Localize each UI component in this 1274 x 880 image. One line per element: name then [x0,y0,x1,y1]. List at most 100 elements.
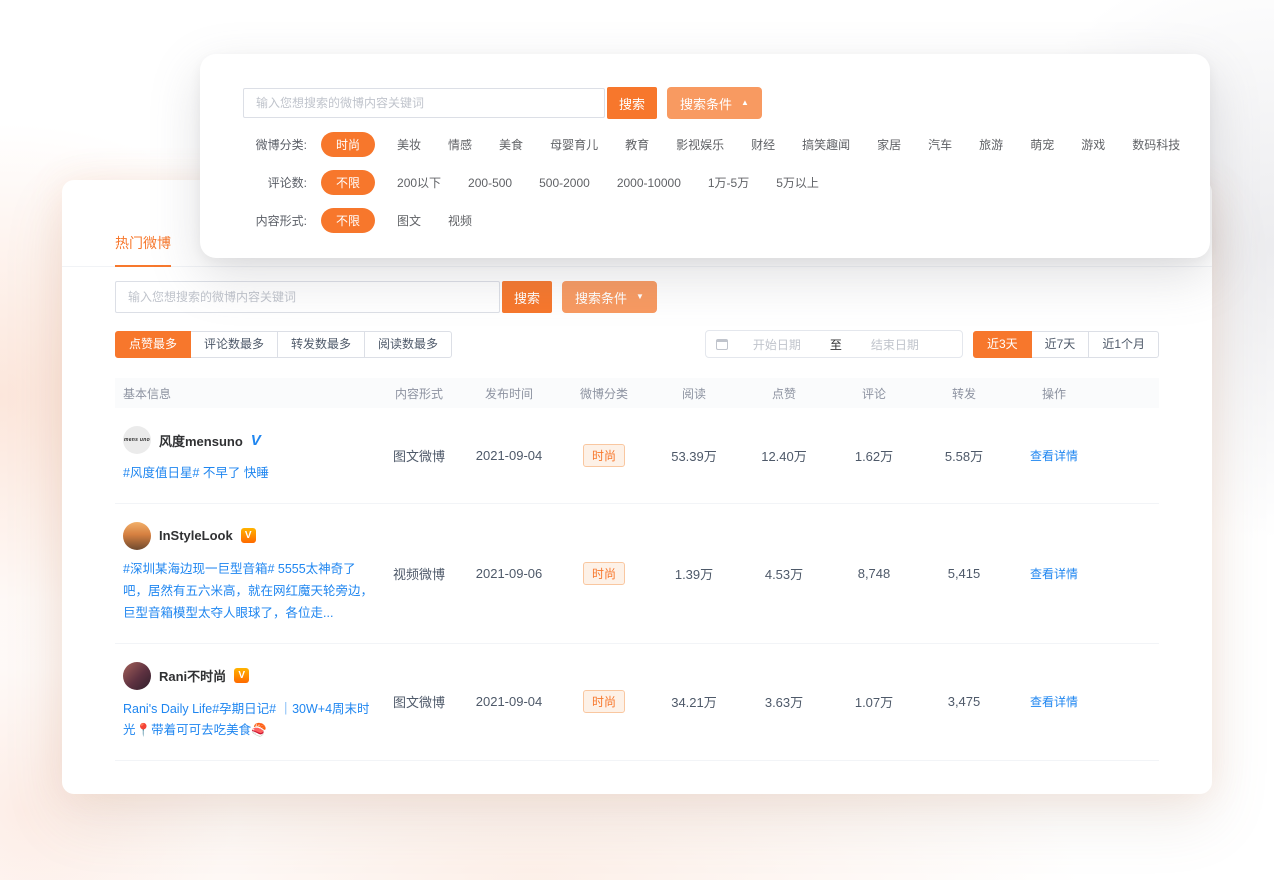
filter-label: 内容形式: [243,212,307,229]
header-reads: 阅读 [649,385,739,402]
search-button[interactable]: 搜索 [502,281,552,313]
view-details-link[interactable]: 查看详情 [1030,695,1078,709]
sort-tab-most-reposts[interactable]: 转发数最多 [277,331,365,358]
table-row: mens uno 风度mensuno V #风度值日星# 不早了 快睡 图文微博… [115,408,1159,504]
filter-option[interactable]: 母婴育儿 [550,136,598,153]
filter-option[interactable]: 500-2000 [539,176,590,190]
start-date-placeholder[interactable]: 开始日期 [734,336,820,353]
user-name[interactable]: Rani不时尚 [159,666,226,685]
avatar[interactable] [123,522,151,550]
filter-option[interactable]: 搞笑趣闻 [802,136,850,153]
sort-tab-most-comments[interactable]: 评论数最多 [190,331,278,358]
date-filter-area: 开始日期 至 结束日期 近3天 近7天 近1个月 [705,330,1159,358]
sort-tab-most-likes[interactable]: 点赞最多 [115,331,191,358]
user-line: InStyleLook V [123,522,379,550]
sort-tab-most-reads[interactable]: 阅读数最多 [364,331,452,358]
weibo-table: 基本信息 内容形式 发布时间 微博分类 阅读 点赞 评论 转发 操作 mens … [115,378,1159,761]
weibo-content-link[interactable]: Rani's Daily Life#孕期日记# ｜30W+4周末时光📍带着可可去… [123,699,379,743]
filter-option[interactable]: 旅游 [979,136,1003,153]
search-button[interactable]: 搜索 [607,87,657,119]
quick-range-7days[interactable]: 近7天 [1031,331,1090,358]
filter-option[interactable]: 1万-5万 [708,174,749,191]
category-tag: 时尚 [583,690,625,713]
likes-cell: 12.40万 [739,446,829,465]
weibo-content-link[interactable]: #深圳某海边现一巨型音箱# 5555太神奇了吧，居然有五六米高，就在网红魔天轮旁… [123,559,379,625]
user-line: Rani不时尚 V [123,662,379,690]
filter-option[interactable]: 200以下 [397,174,441,191]
user-name[interactable]: 风度mensuno [159,431,243,450]
filter-option[interactable]: 美妆 [397,136,421,153]
user-line: mens uno 风度mensuno V [123,426,379,454]
filter-option[interactable]: 情感 [448,136,472,153]
header-category: 微博分类 [559,385,649,402]
reads-cell: 34.21万 [649,692,739,711]
list-controls-row: 点赞最多 评论数最多 转发数最多 阅读数最多 开始日期 至 结束日期 近3天 近… [115,330,1159,358]
basic-info-cell: InStyleLook V #深圳某海边现一巨型音箱# 5555太神奇了吧，居然… [123,522,379,625]
filter-option[interactable]: 美食 [499,136,523,153]
filter-option[interactable]: 萌宠 [1030,136,1054,153]
action-cell: 查看详情 [1009,565,1099,582]
filter-options: 时尚 美妆 情感 美食 母婴育儿 教育 影视娱乐 财经 搞笑趣闻 家居 汽车 旅… [321,132,1207,157]
comments-cell: 1.07万 [829,692,919,711]
search-input[interactable] [115,281,500,313]
category-tag: 时尚 [583,444,625,467]
end-date-placeholder[interactable]: 结束日期 [852,336,938,353]
header-likes: 点赞 [739,385,829,402]
table-row: Rani不时尚 V Rani's Daily Life#孕期日记# ｜30W+4… [115,644,1159,762]
filter-option[interactable]: 影视娱乐 [676,136,724,153]
avatar[interactable] [123,662,151,690]
header-basic-info: 基本信息 [123,385,379,402]
search-input[interactable] [243,88,605,118]
search-conditions-label: 搜索条件 [575,288,627,307]
hot-weibo-panel: 热门微博 搜索 搜索条件 ▼ 点赞最多 评论数最多 转发数最多 阅读数最多 开始… [62,180,1212,794]
header-publish-time: 发布时间 [459,385,559,402]
header-reposts: 转发 [919,385,1009,402]
filter-option[interactable]: 数码科技 [1132,136,1180,153]
filter-option[interactable]: 视频 [448,212,472,229]
filter-option-selected[interactable]: 时尚 [321,132,375,157]
view-details-link[interactable]: 查看详情 [1030,449,1078,463]
search-filter-card: 搜索 搜索条件 ▲ 微博分类: 时尚 美妆 情感 美食 母婴育儿 教育 影视娱乐… [200,54,1210,258]
date-range-input[interactable]: 开始日期 至 结束日期 [705,330,963,358]
filter-option[interactable]: 5万以上 [776,174,819,191]
table-row: InStyleLook V #深圳某海边现一巨型音箱# 5555太神奇了吧，居然… [115,504,1159,644]
publish-date-cell: 2021-09-04 [459,448,559,463]
comments-cell: 1.62万 [829,446,919,465]
quick-range-3days[interactable]: 近3天 [973,331,1032,358]
avatar-logo-text: mens uno [124,437,150,443]
basic-info-cell: mens uno 风度mensuno V #风度值日星# 不早了 快睡 [123,426,379,485]
publish-date-cell: 2021-09-04 [459,694,559,709]
content-form-cell: 图文微博 [379,692,459,711]
reads-cell: 53.39万 [649,446,739,465]
header-content-form: 内容形式 [379,385,459,402]
avatar[interactable]: mens uno [123,426,151,454]
filter-row-category: 微博分类: 时尚 美妆 情感 美食 母婴育儿 教育 影视娱乐 财经 搞笑趣闻 家… [243,132,1167,157]
search-conditions-button[interactable]: 搜索条件 ▼ [562,281,657,313]
content-form-cell: 图文微博 [379,446,459,465]
filter-option[interactable]: 图文 [397,212,421,229]
header-comments: 评论 [829,385,919,402]
tab-hot-weibo[interactable]: 热门微博 [115,233,171,267]
filter-label: 微博分类: [243,136,307,153]
quick-range-1month[interactable]: 近1个月 [1088,331,1159,358]
filter-option[interactable]: 2000-10000 [617,176,681,190]
filter-option[interactable]: 教育 [625,136,649,153]
view-details-link[interactable]: 查看详情 [1030,567,1078,581]
filter-option-selected[interactable]: 不限 [321,170,375,195]
sort-tabs: 点赞最多 评论数最多 转发数最多 阅读数最多 [115,331,452,358]
filter-row-content-form: 内容形式: 不限 图文 视频 [243,208,1167,233]
filter-option[interactable]: 200-500 [468,176,512,190]
filter-option[interactable]: 游戏 [1081,136,1105,153]
filter-option[interactable]: 汽车 [928,136,952,153]
search-conditions-button[interactable]: 搜索条件 ▲ [667,87,762,119]
filter-row-comment-count: 评论数: 不限 200以下 200-500 500-2000 2000-1000… [243,170,1167,195]
date-separator: 至 [820,336,852,353]
weibo-content-link[interactable]: #风度值日星# 不早了 快睡 [123,463,379,485]
action-cell: 查看详情 [1009,447,1099,464]
user-name[interactable]: InStyleLook [159,528,233,543]
filter-options: 不限 图文 视频 [321,208,499,233]
verified-blue-icon: V [251,432,261,449]
filter-option[interactable]: 家居 [877,136,901,153]
filter-option[interactable]: 财经 [751,136,775,153]
filter-option-selected[interactable]: 不限 [321,208,375,233]
